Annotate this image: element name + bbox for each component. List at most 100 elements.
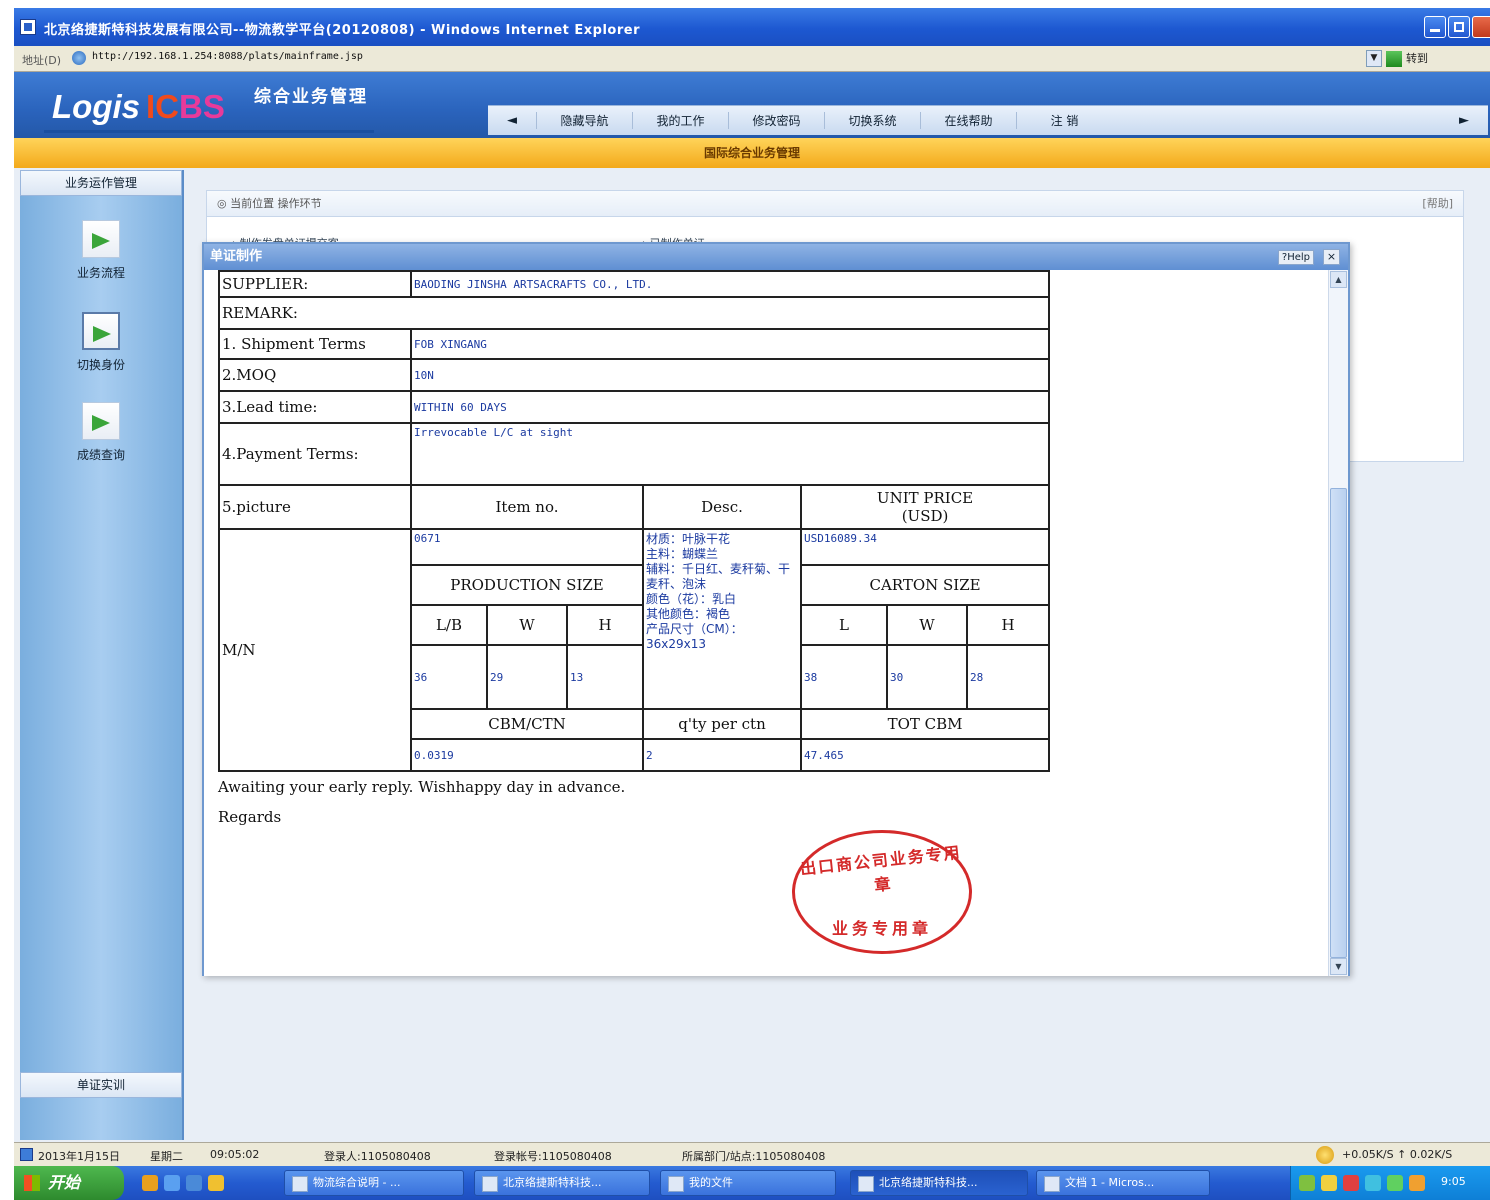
prod-w-header: W — [486, 604, 568, 646]
quotation-document: SUPPLIER: BAODING JINSHA ARTSACRAFTS CO.… — [217, 270, 1051, 826]
sidebar-item-business-flow[interactable]: 业务流程 — [20, 220, 182, 281]
prod-l-header: L/B — [410, 604, 488, 646]
carton-l-value: 38 — [800, 644, 888, 710]
status-time: 09:05:02 — [210, 1148, 260, 1161]
url-input[interactable]: http://192.168.1.254:8088/plats/mainfram… — [92, 51, 363, 62]
quicklaunch-folder-icon[interactable] — [142, 1175, 158, 1191]
shipment-terms-value: FOB XINGANG — [409, 328, 1051, 360]
sidebar-footer[interactable]: 单证实训 — [20, 1072, 182, 1098]
nav-logout[interactable]: 注 销 — [1016, 112, 1112, 129]
moq-label: 2.MOQ — [218, 358, 412, 392]
nav-next-arrow-icon[interactable]: ► — [1440, 113, 1488, 128]
item-no-value: 0671 — [410, 528, 644, 566]
sidebar-header: 业务运作管理 — [20, 170, 182, 196]
tray-icon[interactable] — [1365, 1175, 1381, 1191]
tray-icon[interactable] — [1299, 1175, 1315, 1191]
quicklaunch-media-icon[interactable] — [186, 1175, 202, 1191]
arrow-doc-icon — [82, 220, 120, 258]
close-dialog-button[interactable]: × — [1323, 249, 1340, 265]
tray-icon[interactable] — [1321, 1175, 1337, 1191]
app-subtitle: 综合业务管理 — [254, 87, 368, 107]
prod-h-header: H — [566, 604, 644, 646]
supplier-value: BAODING JINSHA ARTSACRAFTS CO., LTD. — [409, 270, 1051, 298]
item-no-header: Item no. — [410, 484, 644, 530]
address-label: 地址(D) — [22, 54, 62, 67]
start-button[interactable]: 开始 — [14, 1166, 124, 1200]
maximize-button[interactable] — [1448, 16, 1470, 38]
mn-label: M/N — [218, 528, 412, 772]
window-titlebar: 北京络捷斯特科技发展有限公司--物流教学平台(20120808) - Windo… — [14, 8, 1490, 46]
sidebar: 业务运作管理 业务流程 切换身份 成绩查询 单证实训 — [20, 170, 184, 1140]
scroll-thumb[interactable] — [1330, 488, 1347, 958]
status-date: 2013年1月15日 — [38, 1150, 120, 1163]
document-dialog: 单证制作 ?Help × SUPPLIER: BAODING JINSHA AR… — [202, 242, 1350, 976]
taskbar-item[interactable]: 物流综合说明 - ... — [284, 1170, 464, 1196]
section-band: 国际综合业务管理 — [14, 138, 1490, 168]
nav-my-work[interactable]: 我的工作 — [632, 112, 728, 129]
url-dropdown-button[interactable]: ▼ — [1366, 50, 1382, 67]
minimize-button[interactable] — [1424, 16, 1446, 38]
remark-label: REMARK: — [217, 296, 1051, 330]
status-weekday: 星期二 — [150, 1150, 183, 1163]
logo: Logis ICBS — [52, 88, 225, 125]
taskbar-clock: 9:05 — [1441, 1175, 1466, 1188]
unit-price-header: UNIT PRICE (USD) — [799, 484, 1051, 530]
supplier-label: SUPPLIER: — [218, 270, 412, 298]
taskbar: 开始 物流综合说明 - ... 北京络捷斯特科技... 我的文件 北京络捷斯特科… — [14, 1166, 1490, 1200]
calendar-icon — [20, 1148, 33, 1161]
quicklaunch-app-icon[interactable] — [208, 1175, 224, 1191]
qty-per-ctn-header: q'ty per ctn — [642, 708, 802, 740]
payment-terms-label: 4.Payment Terms: — [218, 422, 412, 486]
nav-switch-system[interactable]: 切换系统 — [824, 112, 920, 129]
closing-text: Awaiting your early reply. Wishhappy day… — [218, 778, 626, 796]
taskbar-item[interactable]: 文档 1 - Micros... — [1036, 1170, 1210, 1196]
go-button[interactable]: 转到 — [1386, 49, 1452, 69]
picture-label: 5.picture — [218, 484, 412, 530]
quicklaunch-ie-icon[interactable] — [164, 1175, 180, 1191]
tray-icon[interactable] — [1387, 1175, 1403, 1191]
close-window-button[interactable] — [1472, 16, 1490, 38]
nav-online-help[interactable]: 在线帮助 — [920, 112, 1016, 129]
dialog-title: 单证制作 ?Help × — [204, 244, 1348, 270]
taskbar-item[interactable]: 北京络捷斯特科技... — [474, 1170, 650, 1196]
arrow-doc-icon — [82, 402, 120, 440]
help-button[interactable]: ?Help — [1277, 250, 1314, 265]
dialog-body: SUPPLIER: BAODING JINSHA ARTSACRAFTS CO.… — [204, 270, 1330, 976]
carton-h-value: 28 — [965, 644, 1051, 710]
scroll-up-icon[interactable]: ▲ — [1330, 271, 1347, 288]
carton-w-header: W — [886, 604, 968, 646]
sidebar-item-switch-identity[interactable]: 切换身份 — [20, 312, 182, 373]
tray-icon[interactable] — [1343, 1175, 1359, 1191]
taskbar-item[interactable]: 我的文件 — [660, 1170, 836, 1196]
tray-icon[interactable] — [1409, 1175, 1425, 1191]
logo-underline — [44, 130, 374, 133]
lead-time-value: WITHIN 60 DAYS — [409, 390, 1051, 424]
screen: 北京络捷斯特科技发展有限公司--物流教学平台(20120808) - Windo… — [14, 8, 1490, 1200]
moq-value: 10N — [409, 358, 1051, 392]
cbm-ctn-header: CBM/CTN — [410, 708, 644, 740]
network-icon — [1316, 1146, 1334, 1164]
dialog-scrollbar[interactable]: ▲ ▼ — [1328, 270, 1348, 976]
go-arrow-icon — [1386, 51, 1402, 67]
page-icon — [72, 51, 86, 65]
status-net-speed: +0.05K/S ↑ 0.02K/S — [1342, 1148, 1453, 1161]
sidebar-item-score-query[interactable]: 成绩查询 — [20, 402, 182, 463]
prod-w-value: 29 — [486, 644, 568, 710]
company-stamp: 出口商公司业务专用章 业务专用章 — [792, 830, 972, 954]
nav-prev-arrow-icon[interactable]: ◄ — [488, 113, 536, 128]
window-title: 北京络捷斯特科技发展有限公司--物流教学平台(20120808) - Windo… — [44, 23, 640, 38]
tot-cbm-value: 47.465 — [799, 738, 1051, 772]
app-header: Logis ICBS 综合业务管理 ◄ 隐藏导航 我的工作 修改密码 切换系统 在… — [14, 72, 1490, 138]
status-department: 所属部门/站点:1105080408 — [682, 1150, 826, 1163]
status-login-user: 登录人:1105080408 — [324, 1150, 431, 1163]
production-size-header: PRODUCTION SIZE — [410, 564, 644, 606]
taskbar-item-active[interactable]: 北京络捷斯特科技... — [850, 1170, 1028, 1196]
scroll-down-icon[interactable]: ▼ — [1330, 958, 1347, 975]
status-login-account: 登录帐号:1105080408 — [494, 1150, 612, 1163]
carton-size-header: CARTON SIZE — [799, 564, 1051, 606]
carton-w-value: 30 — [886, 644, 968, 710]
nav-change-password[interactable]: 修改密码 — [728, 112, 824, 129]
nav-hide-navigation[interactable]: 隐藏导航 — [536, 112, 632, 129]
qty-per-ctn-value: 2 — [642, 738, 802, 772]
help-link[interactable]: [帮助] — [1422, 191, 1453, 217]
